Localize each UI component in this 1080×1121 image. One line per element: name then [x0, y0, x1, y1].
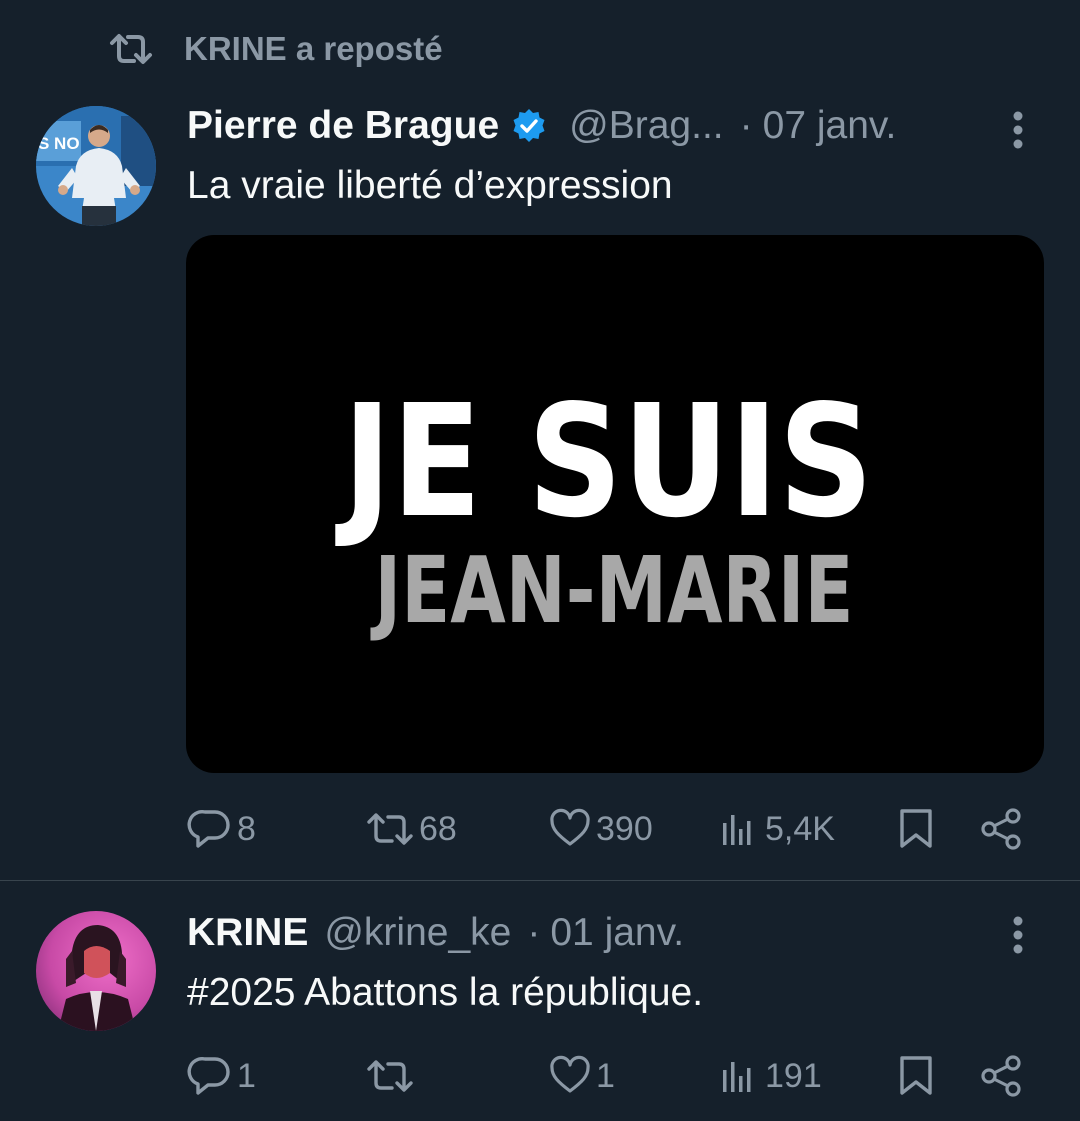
repost-count: 68 — [419, 809, 457, 848]
tweet-actions: 8 68 390 5,4K — [187, 799, 1037, 859]
bookmark-button[interactable] — [898, 799, 934, 859]
tweet-text: La vraie liberté d’expression — [187, 164, 673, 207]
repost-icon — [367, 1060, 413, 1092]
author-handle[interactable]: @krine_ke — [324, 911, 511, 955]
tweet-media-image[interactable]: JE SUIS JEAN-MARIE — [186, 235, 1044, 773]
share-icon — [981, 808, 1021, 850]
tweet-header: Pierre de Brague @Brag... · 07 janv. — [187, 98, 896, 154]
heart-icon — [550, 808, 590, 846]
tweet-date[interactable]: 07 janv. — [763, 104, 897, 148]
tweet[interactable]: KRINE a reposté S NO Pierre de Brague @B… — [0, 0, 1080, 880]
reply-button[interactable]: 8 — [187, 799, 256, 859]
bookmark-button[interactable] — [898, 1046, 934, 1106]
reply-icon — [187, 1057, 230, 1095]
like-button[interactable]: 390 — [548, 799, 653, 859]
views-button[interactable]: 191 — [719, 1046, 822, 1106]
bookmark-icon — [900, 809, 932, 848]
repost-banner-text: KRINE a reposté — [184, 30, 443, 67]
media-text-line2: JEAN-MARIE — [370, 537, 853, 644]
separator-dot: · — [527, 911, 541, 954]
author-name[interactable]: KRINE — [187, 911, 308, 955]
views-button[interactable]: 5,4K — [719, 799, 835, 859]
author-name[interactable]: Pierre de Brague — [187, 104, 499, 148]
more-icon — [1013, 111, 1023, 149]
share-button[interactable] — [979, 799, 1023, 859]
share-icon — [981, 1055, 1021, 1097]
views-chart-icon — [723, 815, 751, 845]
repost-icon — [110, 34, 152, 64]
author-handle[interactable]: @Brag... — [569, 104, 723, 148]
repost-button[interactable]: 68 — [365, 799, 457, 859]
views-chart-icon — [723, 1062, 751, 1092]
more-options-button[interactable] — [1000, 102, 1036, 158]
tweet-text: #2025 Abattons la république. — [187, 971, 704, 1014]
tweet-actions: 1 1 191 — [187, 1046, 1037, 1106]
tweet-date[interactable]: 01 janv. — [550, 911, 684, 955]
avatar[interactable] — [36, 911, 156, 1031]
tweet-header: KRINE @krine_ke · 01 janv. — [187, 905, 684, 961]
reply-count: 1 — [237, 1056, 256, 1095]
more-icon — [1013, 916, 1023, 954]
media-text-line1: JE SUIS — [334, 371, 873, 552]
heart-icon — [550, 1055, 590, 1093]
repost-button[interactable] — [365, 1046, 419, 1106]
verified-badge-icon[interactable] — [511, 108, 547, 144]
repost-banner[interactable]: KRINE a reposté — [108, 26, 443, 72]
reply-button[interactable]: 1 — [187, 1046, 256, 1106]
separator-dot: · — [739, 104, 753, 147]
tweet[interactable]: KRINE @krine_ke · 01 janv. #2025 Abatton… — [0, 881, 1080, 1121]
views-count: 191 — [765, 1056, 822, 1095]
share-button[interactable] — [979, 1046, 1023, 1106]
views-count: 5,4K — [765, 809, 835, 848]
like-count: 390 — [596, 809, 653, 848]
reply-count: 8 — [237, 809, 256, 848]
reply-icon — [187, 810, 230, 848]
like-button[interactable]: 1 — [548, 1046, 615, 1106]
avatar[interactable]: S NO — [36, 106, 156, 226]
avatar-sign-text: S NO — [38, 134, 80, 153]
bookmark-icon — [900, 1056, 932, 1095]
more-options-button[interactable] — [1000, 907, 1036, 963]
like-count: 1 — [596, 1056, 615, 1095]
repost-icon — [367, 813, 413, 845]
